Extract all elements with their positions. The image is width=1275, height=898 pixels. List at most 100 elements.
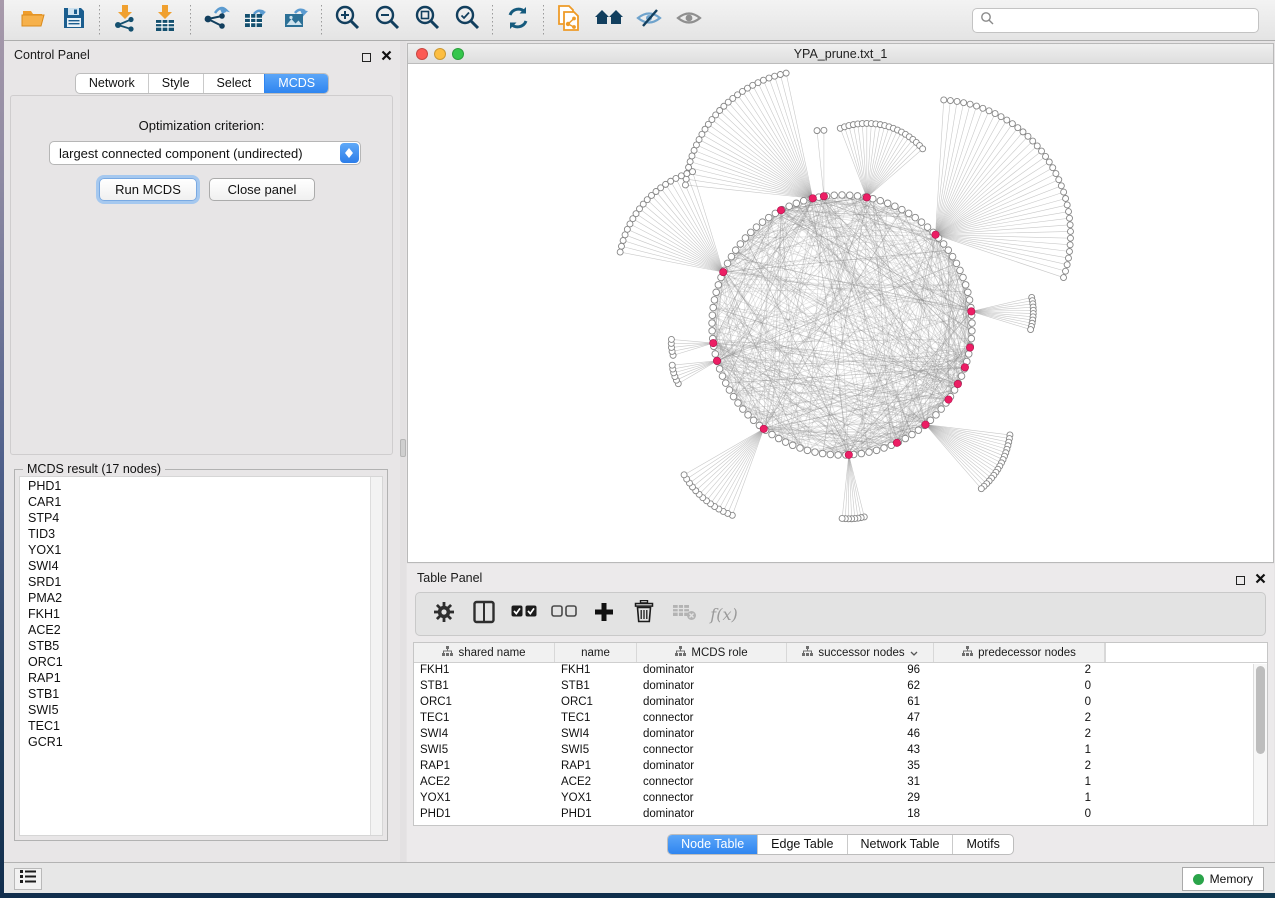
tab-edge-table[interactable]: Edge Table <box>757 835 846 854</box>
network-node[interactable] <box>724 260 731 267</box>
mcds-node[interactable] <box>966 344 973 351</box>
cell-predecessor-nodes[interactable]: 1 <box>934 744 1105 760</box>
cell-mcds-role[interactable]: connector <box>637 776 787 792</box>
network-node[interactable] <box>827 451 834 458</box>
zoom-selected-button[interactable] <box>447 3 487 37</box>
network-node[interactable] <box>786 203 793 210</box>
network-canvas[interactable] <box>408 65 1273 562</box>
mcds-result-item[interactable]: STB1 <box>20 686 369 702</box>
float-panel-icon[interactable] <box>362 53 371 62</box>
network-node[interactable] <box>877 197 884 204</box>
cell-successor-nodes[interactable]: 18 <box>787 808 934 824</box>
cell-mcds-role[interactable]: connector <box>637 744 787 760</box>
mcds-result-item[interactable]: FKH1 <box>20 606 369 622</box>
cell-successor-nodes[interactable]: 35 <box>787 760 934 776</box>
network-node[interactable] <box>712 351 719 358</box>
network-node[interactable] <box>713 289 720 296</box>
cell-successor-nodes[interactable]: 62 <box>787 680 934 696</box>
delete-columns-button[interactable] <box>626 597 662 631</box>
network-node[interactable] <box>1034 143 1040 149</box>
show-columns-button[interactable] <box>466 597 502 631</box>
mcds-node[interactable] <box>720 268 727 275</box>
network-node[interactable] <box>797 445 804 452</box>
network-node[interactable] <box>747 229 754 236</box>
network-node[interactable] <box>668 336 674 342</box>
network-node[interactable] <box>881 445 888 452</box>
save-session-button[interactable] <box>54 3 94 37</box>
cell-predecessor-nodes[interactable]: 2 <box>934 728 1105 744</box>
network-node[interactable] <box>804 447 811 454</box>
table-row[interactable]: PHD1 PHD1 dominator 18 0 <box>414 808 1253 824</box>
mcds-node[interactable] <box>820 193 827 200</box>
cell-shared-name[interactable]: YOX1 <box>414 792 555 808</box>
export-table-button[interactable] <box>236 3 276 37</box>
mcds-node[interactable] <box>961 364 968 371</box>
network-node[interactable] <box>716 366 723 373</box>
table-scrollbar[interactable] <box>1253 664 1267 825</box>
mcds-result-item[interactable]: STP4 <box>20 510 369 526</box>
network-node[interactable] <box>678 173 684 179</box>
network-node[interactable] <box>945 247 952 254</box>
network-node[interactable] <box>753 224 760 231</box>
cell-mcds-role[interactable]: dominator <box>637 680 787 696</box>
network-node[interactable] <box>812 449 819 456</box>
network-node[interactable] <box>1039 148 1045 154</box>
create-column-button[interactable] <box>586 597 622 631</box>
mcds-result-item[interactable]: ACE2 <box>20 622 369 638</box>
network-node[interactable] <box>884 200 891 207</box>
network-node[interactable] <box>962 282 969 289</box>
mcds-node[interactable] <box>954 380 961 387</box>
column-header-predecessor-nodes[interactable]: predecessor nodes <box>934 643 1105 662</box>
network-node[interactable] <box>1020 129 1026 135</box>
cell-predecessor-nodes[interactable]: 0 <box>934 808 1105 824</box>
table-row[interactable]: STB1 STB1 dominator 62 0 <box>414 680 1253 696</box>
network-node[interactable] <box>793 200 800 207</box>
network-node[interactable] <box>715 282 722 289</box>
cell-predecessor-nodes[interactable]: 1 <box>934 792 1105 808</box>
cell-successor-nodes[interactable]: 31 <box>787 776 934 792</box>
table-row[interactable]: ORC1 ORC1 dominator 61 0 <box>414 696 1253 712</box>
tab-network[interactable]: Network <box>76 74 148 93</box>
cell-shared-name[interactable]: FKH1 <box>414 664 555 680</box>
network-node[interactable] <box>940 241 947 248</box>
network-node[interactable] <box>1063 268 1069 274</box>
network-node[interactable] <box>980 105 986 111</box>
network-node[interactable] <box>1053 171 1059 177</box>
tab-style[interactable]: Style <box>148 74 203 93</box>
network-node[interactable] <box>1056 177 1062 183</box>
network-node[interactable] <box>759 219 766 226</box>
cell-successor-nodes[interactable]: 29 <box>787 792 934 808</box>
network-node[interactable] <box>969 328 976 335</box>
close-panel-icon[interactable] <box>381 48 392 66</box>
network-node[interactable] <box>800 197 807 204</box>
network-node[interactable] <box>740 406 747 413</box>
network-node[interactable] <box>709 328 716 335</box>
cell-name[interactable]: PHD1 <box>555 808 637 824</box>
cell-name[interactable]: YOX1 <box>555 792 637 808</box>
network-node[interactable] <box>965 351 972 358</box>
mcds-node[interactable] <box>845 451 852 458</box>
mcds-result-item[interactable]: TID3 <box>20 526 369 542</box>
network-node[interactable] <box>938 406 945 413</box>
cell-predecessor-nodes[interactable]: 2 <box>934 712 1105 728</box>
mcds-node[interactable] <box>809 195 816 202</box>
tab-select[interactable]: Select <box>203 74 265 93</box>
cell-mcds-role[interactable]: dominator <box>637 728 787 744</box>
delete-table-button[interactable] <box>666 597 702 631</box>
column-header-name[interactable]: name <box>555 643 637 662</box>
mcds-result-item[interactable]: YOX1 <box>20 542 369 558</box>
float-panel-icon[interactable] <box>1236 576 1245 585</box>
import-table-button[interactable] <box>145 3 185 37</box>
network-node[interactable] <box>1043 153 1049 159</box>
cell-predecessor-nodes[interactable]: 2 <box>934 760 1105 776</box>
mcds-result-item[interactable]: PHD1 <box>20 478 369 494</box>
mcds-result-item[interactable]: GCR1 <box>20 734 369 750</box>
cell-shared-name[interactable]: SWI5 <box>414 744 555 760</box>
network-node[interactable] <box>742 235 749 242</box>
network-node[interactable] <box>1063 195 1069 201</box>
cell-successor-nodes[interactable]: 61 <box>787 696 934 712</box>
network-node[interactable] <box>905 210 912 217</box>
mcds-result-item[interactable]: SWI4 <box>20 558 369 574</box>
network-node[interactable] <box>892 203 899 210</box>
network-node[interactable] <box>933 412 940 419</box>
